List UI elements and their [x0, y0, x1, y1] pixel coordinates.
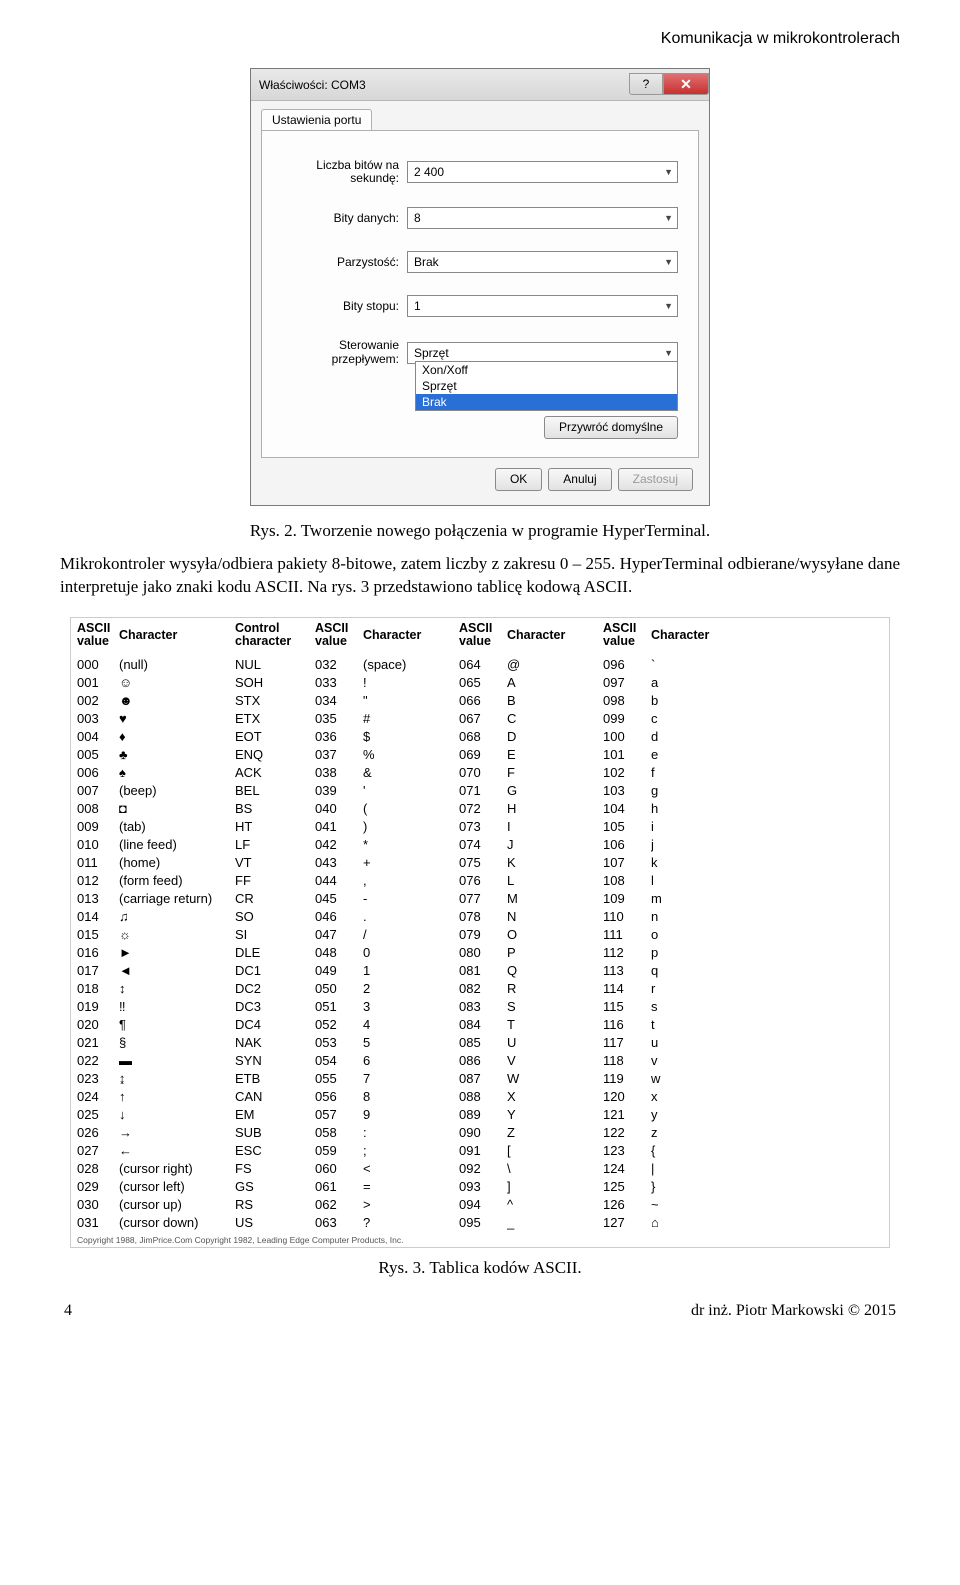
- chevron-down-icon: ▼: [664, 257, 673, 267]
- help-button[interactable]: ?: [629, 73, 663, 95]
- flow-option-selected[interactable]: Brak: [416, 394, 677, 410]
- tab-port-settings[interactable]: Ustawienia portu: [261, 109, 372, 130]
- ok-button[interactable]: OK: [495, 468, 542, 491]
- table-row: 031(cursor down)US063?095_127⌂: [77, 1213, 883, 1231]
- databits-select[interactable]: 8 ▼: [407, 207, 678, 229]
- cancel-button[interactable]: Anuluj: [548, 468, 611, 491]
- author-line: dr inż. Piotr Markowski © 2015: [691, 1302, 896, 1320]
- page-number: 4: [64, 1302, 72, 1320]
- table-row: 030(cursor up)RS062>094^126~: [77, 1195, 883, 1213]
- table-row: 023↨ETB0557087W119w: [77, 1069, 883, 1087]
- close-icon: ✕: [680, 76, 692, 93]
- table-row: 018↕DC20502082R114r: [77, 979, 883, 997]
- table-row: 011(home)VT043+075K107k: [77, 853, 883, 871]
- table-row: 027←ESC059;091[123{: [77, 1141, 883, 1159]
- flow-select[interactable]: Sprzęt ▼: [407, 342, 678, 364]
- parity-select[interactable]: Brak ▼: [407, 251, 678, 273]
- flow-option[interactable]: Sprzęt: [416, 378, 677, 394]
- chevron-down-icon: ▼: [664, 301, 673, 311]
- table-row: 009(tab)HT041)073I105i: [77, 817, 883, 835]
- table-row: 029(cursor left)GS061=093]125}: [77, 1177, 883, 1195]
- table-row: 016►DLE0480080P112p: [77, 943, 883, 961]
- chevron-down-icon: ▼: [664, 167, 673, 177]
- parity-label: Parzystość:: [282, 256, 407, 269]
- ascii-copyright: Copyright 1988, JimPrice.Com Copyright 1…: [77, 1235, 883, 1245]
- table-row: 010(line feed)LF042*074J106j: [77, 835, 883, 853]
- table-row: 013(carriage return)CR045-077M109m: [77, 889, 883, 907]
- table-row: 001☺SOH033!065A097a: [77, 673, 883, 691]
- restore-defaults-button[interactable]: Przywróć domyślne: [544, 416, 678, 439]
- page-header: Komunikacja w mikrokontrolerach: [60, 30, 900, 48]
- table-row: 020¶DC40524084T116t: [77, 1015, 883, 1033]
- figure-2-caption: Rys. 2. Tworzenie nowego połączenia w pr…: [60, 521, 900, 541]
- table-row: 004♦EOT036$068D100d: [77, 727, 883, 745]
- table-row: 005♣ENQ037%069E101e: [77, 745, 883, 763]
- flow-label: Sterowanie przepływem:: [282, 339, 407, 365]
- table-row: 017◄DC10491081Q113q: [77, 961, 883, 979]
- flow-option[interactable]: Xon/Xoff: [416, 362, 677, 378]
- ascii-table: ASCII value Character Control character …: [70, 617, 890, 1249]
- titlebar: Właściwości: COM3 ? ✕: [251, 69, 709, 101]
- table-row: 000(null)NUL032(space)064@096`: [77, 655, 883, 673]
- table-row: 008◘BS040(072H104h: [77, 799, 883, 817]
- stopbits-select[interactable]: 1 ▼: [407, 295, 678, 317]
- table-row: 002☻STX034"066B098b: [77, 691, 883, 709]
- help-icon: ?: [643, 77, 650, 91]
- baud-select[interactable]: 2 400 ▼: [407, 161, 678, 183]
- table-row: 014♫SO046.078N110n: [77, 907, 883, 925]
- table-row: 003♥ETX035#067C099c: [77, 709, 883, 727]
- table-row: 012(form feed)FF044,076L108l: [77, 871, 883, 889]
- chevron-down-icon: ▼: [664, 213, 673, 223]
- body-paragraph: Mikrokontroler wysyła/odbiera pakiety 8-…: [60, 553, 900, 599]
- close-button[interactable]: ✕: [663, 73, 709, 95]
- table-row: 006♠ACK038&070F102f: [77, 763, 883, 781]
- figure-3-caption: Rys. 3. Tablica kodów ASCII.: [60, 1258, 900, 1278]
- table-row: 022▬SYN0546086V118v: [77, 1051, 883, 1069]
- stopbits-label: Bity stopu:: [282, 300, 407, 313]
- ascii-table-header: ASCII value Character Control character …: [77, 622, 883, 650]
- databits-label: Bity danych:: [282, 212, 407, 225]
- baud-label: Liczba bitów na sekundę:: [282, 159, 407, 185]
- table-row: 021§NAK0535085U117u: [77, 1033, 883, 1051]
- com-properties-dialog: Właściwości: COM3 ? ✕ Ustawienia portu L…: [250, 68, 710, 506]
- table-row: 026→SUB058:090Z122z: [77, 1123, 883, 1141]
- table-row: 024↑CAN0568088X120x: [77, 1087, 883, 1105]
- dialog-title: Właściwości: COM3: [259, 78, 366, 92]
- chevron-down-icon: ▼: [664, 348, 673, 358]
- table-row: 007(beep)BEL039'071G103g: [77, 781, 883, 799]
- apply-button[interactable]: Zastosuj: [618, 468, 693, 491]
- table-row: 028(cursor right)FS060<092\124|: [77, 1159, 883, 1177]
- table-row: 015☼SI047/079O111o: [77, 925, 883, 943]
- page-footer: 4 dr inż. Piotr Markowski © 2015: [60, 1302, 900, 1320]
- table-row: 019‼DC30513083S115s: [77, 997, 883, 1015]
- table-row: 025↓EM0579089Y121y: [77, 1105, 883, 1123]
- flow-dropdown-list[interactable]: Xon/Xoff Sprzęt Brak: [415, 361, 678, 411]
